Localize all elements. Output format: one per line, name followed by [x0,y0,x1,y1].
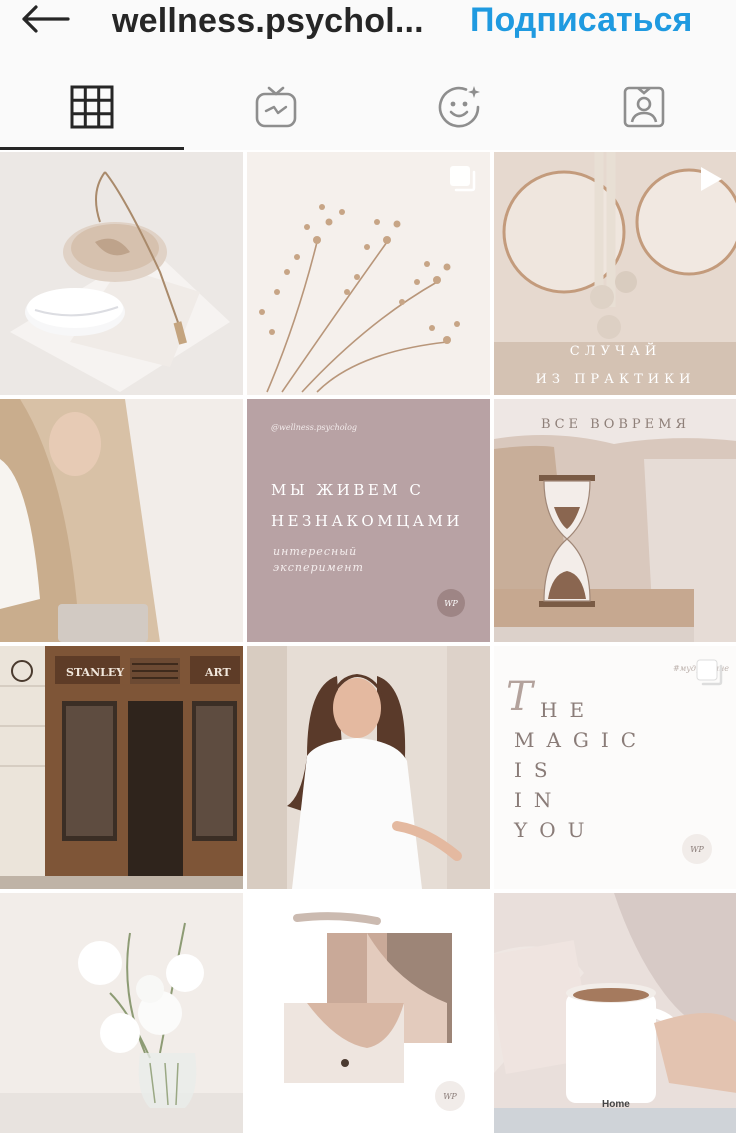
profile-username: wellness.psychol... [112,2,424,40]
igtv-icon [255,86,297,128]
post-2[interactable] [247,152,490,395]
back-button[interactable] [18,4,74,34]
post-5[interactable]: @wellness.psycholog МЫ ЖИВЕМ С НЕЗНАКОМЦ… [247,399,490,642]
post-word-he: HE [540,698,597,722]
arrow-left-icon [22,5,70,33]
tab-igtv[interactable] [184,64,368,150]
tagged-person-icon [623,86,665,128]
post-caption-line2: ИЗ ПРАКТИКИ [535,372,696,387]
active-tab-indicator [0,147,184,150]
shop-sign-art: ART [205,666,231,679]
post-word-magic: MAGIC [514,728,649,752]
post-4[interactable] [0,399,243,642]
post-caption-line1: СЛУЧАЙ [569,344,662,359]
effects-face-icon [438,86,480,128]
post-subtitle-line1: интересный [273,545,358,558]
play-icon [701,167,722,191]
post-word-in: IN [514,788,564,812]
post-8[interactable] [247,646,490,889]
post-11[interactable]: WP [247,893,490,1133]
beige-coat-photo [0,399,243,642]
post-headline-line1: МЫ ЖИВЕМ С [271,481,425,499]
tab-effects[interactable] [368,64,552,150]
post-7[interactable]: STANLEY ART [0,646,243,889]
post-6[interactable]: ВСЕ ВОВРЕМЯ [494,399,736,642]
profile-tabs [0,64,736,150]
profile-header: wellness.psychol... Подписаться [0,0,736,64]
shop-sign-stanley: STANLEY [66,666,125,679]
mug-text: Home [602,1099,630,1110]
brand-logo-icon: WP [437,589,465,617]
carousel-icon [450,166,476,192]
post-caption: ВСЕ ВОВРЕМЯ [541,417,690,432]
brand-logo-icon: WP [435,1081,465,1111]
post-word-is: IS [514,758,560,782]
woman-portrait-photo [247,646,490,889]
post-3[interactable]: СЛУЧАЙ ИЗ ПРАКТИКИ [494,152,736,395]
post-10[interactable] [0,893,243,1133]
post-handle: @wellness.psycholog [271,423,358,432]
carousel-icon [696,659,723,686]
post-headline-line2: НЕЗНАКОМЦАМИ [271,512,463,530]
grid-icon [70,85,114,129]
hourglass-photo [494,399,736,642]
brand-logo-icon: WP [682,834,712,864]
post-big-letter: T [506,674,533,720]
coffee-mug-photo [494,893,736,1133]
post-subtitle-line2: эксперимент [273,561,364,574]
white-flowers-vase-photo [0,893,243,1133]
post-12[interactable]: Home [494,893,736,1133]
mouse-and-necklace-photo [0,152,243,395]
post-9[interactable]: #мудрыемне T HE MAGIC IS IN YOU WP [494,646,736,889]
post-word-you: YOU [514,818,597,842]
tab-posts-grid[interactable] [0,64,184,150]
tab-tagged[interactable] [552,64,736,150]
post-1[interactable] [0,152,243,395]
shop-front-photo [0,646,243,889]
follow-button[interactable]: Подписаться [470,1,692,40]
